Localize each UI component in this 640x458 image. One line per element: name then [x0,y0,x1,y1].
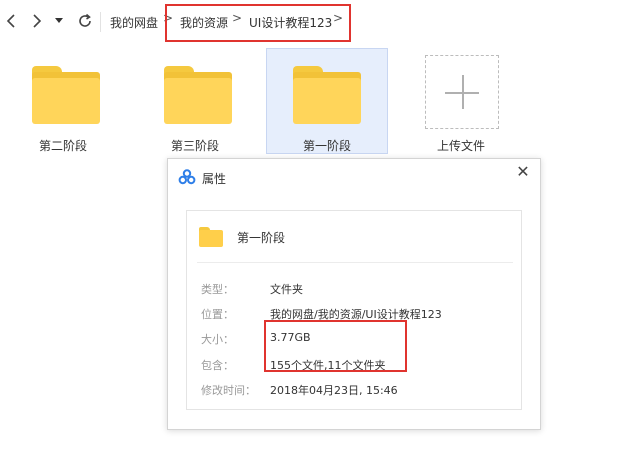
modified-time-value: 2018年04月23日, 15:46 [270,384,398,397]
type-label: 类型： [201,283,234,296]
folder-icon [164,66,232,124]
contains-value: 155个文件,11个文件夹 [270,359,386,372]
properties-dialog: 属性 ✕ 第一阶段 类型： 文件夹 位置： 我的网盘/我的资源/UI设计教程12… [167,158,541,430]
upload-file-button[interactable]: 上传文件 [400,48,522,154]
divider [197,262,513,263]
forward-arrow-icon[interactable] [26,10,48,32]
folder-item-stage-three[interactable]: 第三阶段 [134,48,256,154]
upload-label: 上传文件 [436,139,485,153]
folder-icon [293,66,361,124]
dropdown-caret-icon[interactable] [48,10,70,32]
back-arrow-icon[interactable] [0,10,22,32]
contains-label: 包含： [201,359,234,372]
properties-panel: 第一阶段 类型： 文件夹 位置： 我的网盘/我的资源/UI设计教程123 大小：… [186,210,522,410]
size-value: 3.77GB [270,331,311,344]
folder-label: 第二阶段 [38,139,87,153]
dialog-title: 属性 [202,172,227,186]
location-label: 位置： [201,308,234,321]
breadcrumb-my-netdisk[interactable]: 我的网盘 [110,14,158,31]
folder-icon [32,66,100,124]
modified-time-label: 修改时间： [201,384,256,397]
nav-divider [100,12,101,32]
refresh-icon[interactable] [74,10,96,32]
folder-item-stage-one[interactable]: 第一阶段 [266,48,388,154]
size-label: 大小： [201,333,234,346]
close-icon[interactable]: ✕ [514,163,532,181]
plus-icon [425,55,499,129]
folder-label: 第一阶段 [302,139,351,153]
location-value: 我的网盘/我的资源/UI设计教程123 [270,308,442,321]
type-value: 文件夹 [270,283,303,296]
folder-item-stage-two[interactable]: 第二阶段 [2,48,124,154]
folder-label: 第三阶段 [170,139,219,153]
folder-name: 第一阶段 [237,231,286,245]
baidu-cloud-logo-icon [178,168,196,186]
navigation-bar: 我的网盘 > 我的资源 > UI设计教程123 > [0,0,640,44]
folder-icon [199,227,223,247]
breadcrumb-highlight-box [165,4,351,42]
